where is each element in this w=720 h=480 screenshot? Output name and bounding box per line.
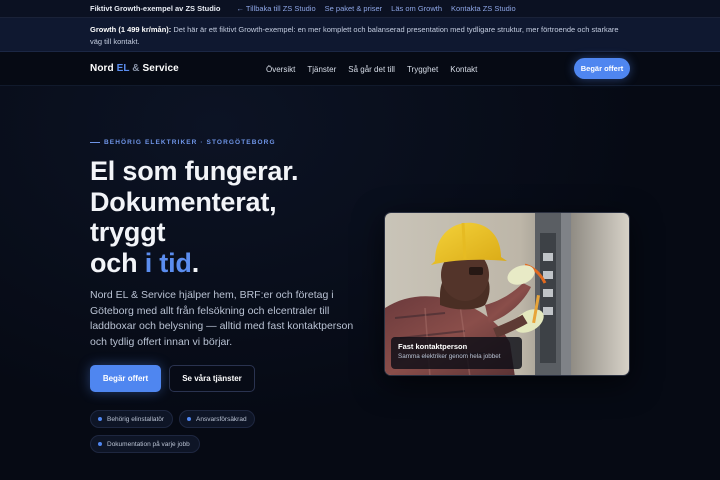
packages-prices-link[interactable]: Se paket & priser [325, 4, 383, 13]
see-services-button[interactable]: Se våra tjänster [169, 365, 255, 392]
badge-dot-icon [187, 417, 191, 421]
eyebrow-text: BEHÖRIG ELEKTRIKER · STORGÖTEBORG [104, 139, 276, 146]
eyebrow-line [90, 142, 100, 143]
badge-dot-icon [98, 417, 102, 421]
about-growth-link[interactable]: Läs om Growth [391, 4, 442, 13]
nav-link-tjanster[interactable]: Tjänster [307, 65, 336, 74]
hero-headline: El som fungerar. Dokumenterat, tryggt oc… [90, 156, 350, 278]
badge-authorized-installer: Behörig elinstallatör [90, 410, 173, 428]
headline-line-4-end: . [191, 247, 200, 278]
logo-text-nord: Nord [90, 63, 117, 74]
headline-accent: i tid [144, 247, 192, 278]
nav-link-kontakt[interactable]: Kontakt [450, 65, 477, 74]
contact-zs-studio-link[interactable]: Kontakta ZS Studio [451, 4, 516, 13]
nav-link-oversikt[interactable]: Översikt [266, 65, 295, 74]
nav-link-sa-gar-det-till[interactable]: Så går det till [348, 65, 395, 74]
request-quote-button[interactable]: Begär offert [90, 365, 161, 392]
badge-dot-icon [98, 442, 102, 446]
headline-line-3: tryggt [90, 217, 166, 247]
hero-lead: Nord EL & Service hjälper hem, BRF:er oc… [90, 289, 354, 348]
logo-ampersand: & [129, 63, 143, 74]
caption-title: Fast kontaktperson [398, 342, 468, 351]
demo-title: Fiktivt Growth-exempel av ZS Studio [90, 4, 221, 13]
nav-links: Översikt Tjänster Så går det till Tryggh… [266, 65, 489, 74]
logo-text-service: Service [142, 63, 179, 74]
badge-label: Ansvarsförsäkrad [196, 415, 247, 423]
hero-eyebrow: BEHÖRIG ELEKTRIKER · STORGÖTEBORG [90, 139, 276, 146]
badge-label: Dokumentation på varje jobb [107, 440, 190, 448]
badge-liability-insured: Ansvarsförsäkrad [179, 410, 255, 428]
nav-request-quote-button[interactable]: Begär offert [574, 58, 630, 79]
badge-label: Behörig elinstallatör [107, 415, 165, 423]
growth-label: Growth (1 499 kr/mån): [90, 25, 172, 34]
logo-text-el: EL [116, 63, 130, 74]
demo-bar: Fiktivt Growth-exempel av ZS Studio ← Ti… [0, 0, 720, 18]
back-to-zs-studio-link[interactable]: ← Tillbaka till ZS Studio [236, 4, 315, 13]
badge-documentation: Dokumentation på varje jobb [90, 435, 200, 453]
hero-photo-card: Fast kontaktperson Samma elektriker geno… [384, 212, 630, 376]
headline-line-4-start: och [90, 247, 145, 278]
caption-subtitle: Samma elektriker genom hela jobbet [398, 353, 501, 360]
main-nav: Nord EL & Service Översikt Tjänster Så g… [0, 52, 720, 86]
photo-caption: Fast kontaktperson Samma elektriker geno… [391, 337, 522, 369]
logo[interactable]: Nord EL & Service [90, 63, 179, 74]
growth-info-bar: Growth (1 499 kr/mån): Det här är ett fi… [0, 18, 720, 52]
nav-link-trygghet[interactable]: Trygghet [407, 65, 438, 74]
headline-line-2: Dokumenterat, [90, 186, 277, 217]
headline-line-1: El som fungerar. [90, 156, 299, 186]
